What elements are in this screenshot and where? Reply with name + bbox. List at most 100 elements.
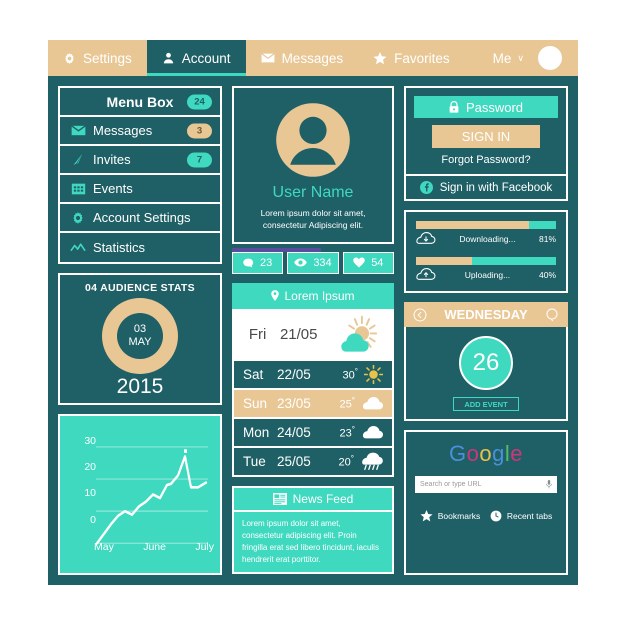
weather-row[interactable]: Sun 23/05 25° — [232, 389, 394, 419]
download-percent: 81% — [538, 234, 556, 244]
gear-icon — [69, 211, 87, 225]
x-tick-june: June — [143, 541, 166, 553]
upload-progress: Uploading... 40% — [416, 257, 556, 282]
upload-label: Uploading... — [464, 270, 511, 280]
progress-gap — [416, 246, 556, 257]
weather-widget: Lorem Ipsum Fri 21/05 Sat 22/05 30° Sun … — [232, 282, 394, 477]
top-navbar: Settings Account Messages Favorites Me ∨ — [48, 40, 578, 76]
envelope-icon — [69, 125, 87, 136]
comment-icon — [243, 258, 254, 268]
chevron-left-icon[interactable] — [413, 308, 427, 322]
stat-value: 334 — [313, 256, 332, 269]
stat-likes[interactable]: 54 — [342, 251, 394, 274]
donut-center: 03 MAY — [117, 313, 163, 359]
weather-header: Lorem Ipsum — [232, 282, 394, 309]
donut-chart: 03 MAY — [66, 298, 214, 374]
search-placeholder: Search or type URL — [420, 481, 482, 488]
stat-views[interactable]: 334 — [287, 251, 339, 274]
stat-value: 54 — [371, 256, 384, 269]
app-window: Settings Account Messages Favorites Me ∨ — [48, 40, 578, 585]
weather-location: Lorem Ipsum — [284, 288, 355, 303]
weather-row[interactable]: Mon 24/05 23° — [232, 418, 394, 448]
calendar-day-number: 26 — [459, 336, 513, 390]
clock-icon — [490, 510, 502, 522]
weather-temp: 30° — [342, 366, 358, 382]
nav-item-account[interactable]: Account — [146, 40, 246, 76]
nav-me-dropdown[interactable]: Me ∨ — [493, 40, 578, 76]
weather-temp: 20° — [338, 453, 354, 469]
facebook-signin-label: Sign in with Facebook — [439, 181, 553, 194]
star-icon — [420, 510, 433, 522]
sidebar-badge: 24 — [187, 94, 212, 109]
avatar[interactable] — [538, 46, 562, 70]
lock-icon — [449, 101, 459, 113]
weather-temp: 25° — [339, 395, 355, 411]
profile-stat-bar: 23 334 54 — [232, 251, 394, 274]
progress-fill — [416, 221, 530, 229]
audience-stats-year: 2015 — [116, 375, 164, 398]
sidebar-item-menu-box[interactable]: Menu Box 24 — [60, 88, 220, 117]
sidebar-item-events[interactable]: Events — [60, 175, 220, 204]
x-tick-may: May — [94, 541, 114, 553]
nav-item-label: Favorites — [394, 50, 450, 66]
weather-date: 22/05 — [277, 366, 311, 382]
google-logo-letter: o — [479, 441, 493, 466]
progress-track — [416, 221, 556, 229]
sidebar-item-account-settings[interactable]: Account Settings — [60, 204, 220, 233]
google-logo: Google — [415, 441, 557, 467]
sidebar-item-invites[interactable]: Invites 7 — [60, 146, 220, 175]
statistics-line-chart: 30 20 10 0 May June July — [58, 414, 222, 575]
sidebar-item-statistics[interactable]: Statistics — [60, 233, 220, 262]
nav-item-label: Account — [181, 50, 231, 66]
weather-day: Tue — [243, 453, 266, 469]
nav-item-settings[interactable]: Settings — [48, 40, 147, 76]
add-event-button[interactable]: ADD EVENT — [453, 397, 519, 411]
weather-row[interactable]: Tue 25/05 20° — [232, 447, 394, 477]
newspaper-icon — [272, 492, 287, 505]
news-feed-body: Lorem ipsum dolor sit amet, consectetur … — [232, 511, 394, 574]
cloud-icon — [361, 396, 383, 410]
sign-in-button[interactable]: SIGN IN — [432, 125, 540, 148]
stat-comments[interactable]: 23 — [232, 251, 284, 274]
cloud-download-icon — [416, 232, 436, 246]
google-logo-letter: e — [510, 441, 523, 466]
cloud-upload-icon — [416, 268, 436, 282]
weather-row[interactable]: Sat 22/05 30° — [232, 360, 394, 390]
search-input[interactable]: Search or type URL — [415, 476, 557, 493]
microphone-icon[interactable] — [546, 480, 552, 489]
chart-x-axis: May June July — [94, 541, 214, 553]
google-footer: Bookmarks Recent tabs — [415, 510, 557, 522]
weather-date: 24/05 — [277, 424, 311, 440]
weather-day: Sun — [243, 395, 268, 411]
chevron-right-icon[interactable] — [545, 307, 559, 322]
envelope-icon — [260, 53, 275, 63]
bookmarks-button[interactable]: Bookmarks — [420, 510, 480, 522]
weather-date: 23/05 — [277, 395, 311, 411]
facebook-signin-button[interactable]: Sign in with Facebook — [404, 176, 568, 201]
google-logo-letter: G — [448, 441, 467, 466]
middle-column: User Name Lorem ipsum dolor sit amet, co… — [232, 86, 394, 575]
user-avatar-icon — [242, 100, 384, 180]
forgot-password-link[interactable]: Forgot Password? — [414, 154, 558, 166]
sidebar-badge: 3 — [187, 123, 212, 138]
chart-series-line — [95, 455, 208, 545]
weather-today-day: Fri — [248, 326, 267, 344]
nav-item-favorites[interactable]: Favorites — [358, 40, 465, 76]
progress-track — [416, 257, 556, 265]
progress-fill — [416, 257, 472, 265]
upload-meta: Uploading... 40% — [416, 268, 556, 282]
password-field[interactable]: Password — [414, 96, 558, 118]
recent-tabs-label: Recent tabs — [506, 511, 553, 521]
download-meta: Downloading... 81% — [416, 232, 556, 246]
donut-day: 03 — [133, 323, 147, 336]
weather-day: Sat — [243, 366, 264, 382]
sidebar-item-messages[interactable]: Messages 3 — [60, 117, 220, 146]
location-pin-icon — [271, 290, 280, 302]
sun-cloud-icon — [331, 315, 378, 355]
recent-tabs-button[interactable]: Recent tabs — [490, 510, 552, 522]
stat-value: 23 — [260, 256, 273, 269]
nav-item-messages[interactable]: Messages — [246, 40, 359, 76]
sidebar-item-label: Events — [93, 181, 133, 196]
news-feed-widget: News Feed Lorem ipsum dolor sit amet, co… — [232, 485, 394, 574]
user-icon — [162, 51, 175, 65]
